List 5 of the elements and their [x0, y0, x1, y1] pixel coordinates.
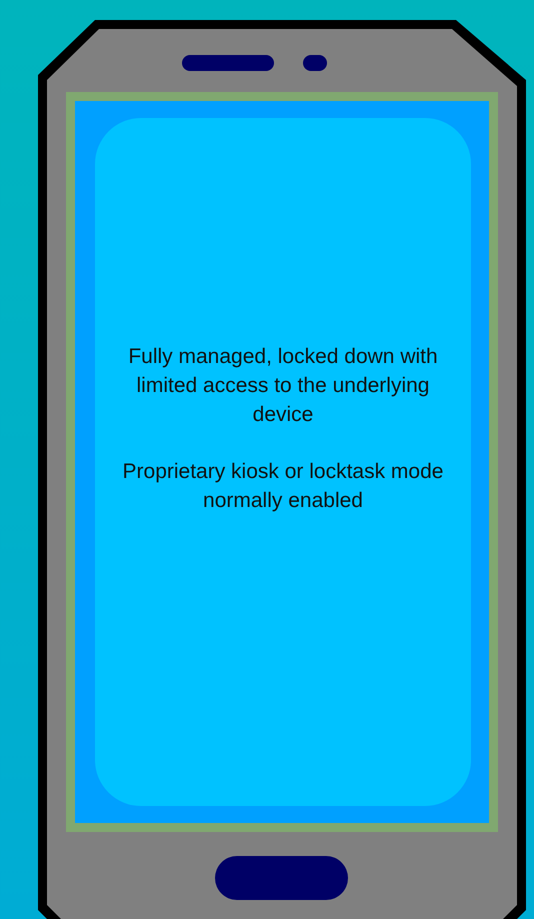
camera-icon — [303, 55, 327, 71]
screen-text: Fully managed, locked down with limited access to the underlying device — [127, 344, 439, 428]
screen-text: Proprietary kiosk or locktask mode normally enabled — [122, 458, 444, 514]
home-button[interactable] — [215, 856, 348, 900]
speaker-icon — [182, 55, 274, 71]
